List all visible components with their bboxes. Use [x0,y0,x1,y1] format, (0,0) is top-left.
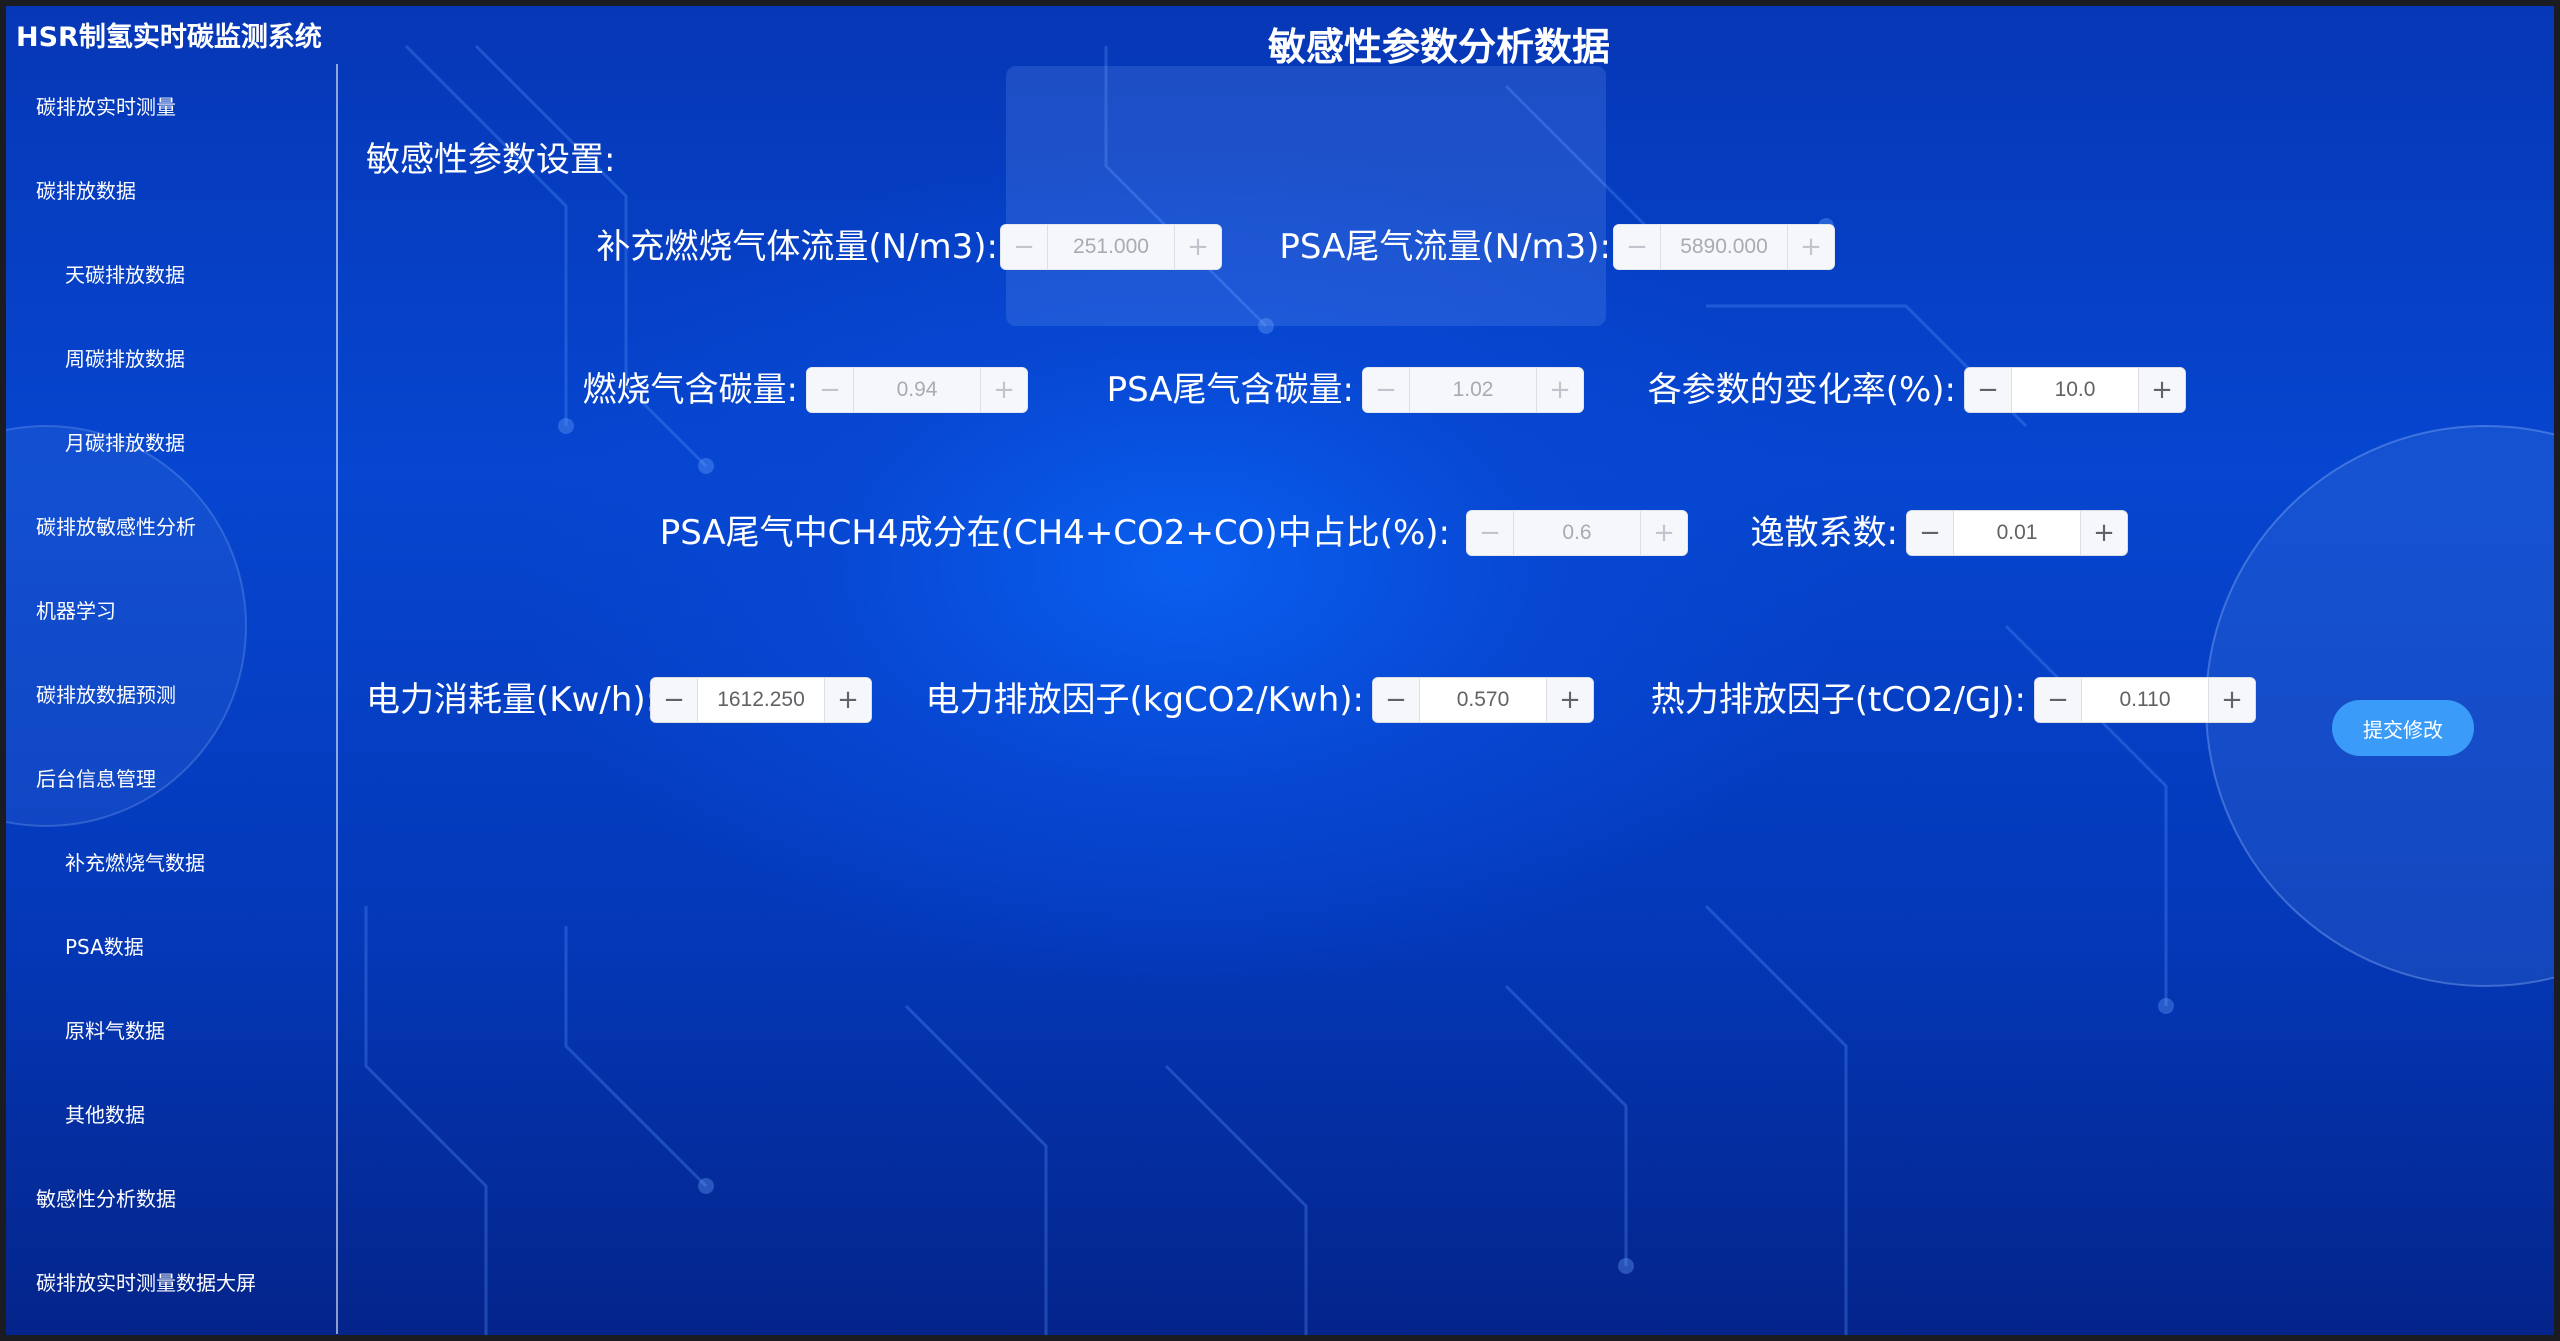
escape-coefficient-stepper: − + [1906,510,2128,556]
heat-emission-factor-input[interactable] [2082,678,2208,722]
escape-coefficient-input[interactable] [1954,511,2080,555]
sidebar-item-weekly-emission[interactable]: 周碳排放数据 [65,339,185,379]
minus-icon: − [1001,225,1048,269]
sidebar-item-emission-forecast[interactable]: 碳排放数据预测 [36,675,176,715]
sidebar-item-supplement-gas-data[interactable]: 补充燃烧气数据 [65,843,205,883]
sidebar: 碳排放实时测量 碳排放数据 天碳排放数据 周碳排放数据 月碳排放数据 碳排放敏感… [6,64,338,1334]
psa-tail-gas-carbon-label: PSA尾气含碳量: [1106,370,1354,410]
heat-emission-factor-label: 热力排放因子(tCO2/GJ): [1650,680,2026,720]
plus-icon[interactable]: + [1546,678,1593,722]
supplement-gas-flow-input [1048,225,1174,269]
plus-icon: + [1640,511,1687,555]
power-consumption-label: 电力消耗量(Kw/h): [366,680,658,720]
sidebar-item-realtime-measurement[interactable]: 碳排放实时测量 [36,87,176,127]
psa-ch4-ratio-stepper: − + [1466,510,1688,556]
section-title: 敏感性参数设置: [366,140,616,180]
plus-icon: + [1174,225,1221,269]
escape-coefficient-label: 逸散系数: [1750,513,1898,553]
minus-icon: − [1614,225,1661,269]
power-emission-factor-stepper: − + [1372,677,1594,723]
combustion-gas-carbon-input [854,368,980,412]
power-consumption-stepper: − + [650,677,872,723]
minus-icon[interactable]: − [2035,678,2082,722]
param-change-rate-input[interactable] [2012,368,2138,412]
param-change-rate-label: 各参数的变化率(%): [1647,370,1956,410]
psa-tail-gas-flow-stepper: − + [1613,224,1835,270]
sidebar-item-daily-emission[interactable]: 天碳排放数据 [65,255,185,295]
sidebar-item-other-data[interactable]: 其他数据 [65,1095,145,1135]
sidebar-item-backend-management[interactable]: 后台信息管理 [36,759,156,799]
plus-icon: + [980,368,1027,412]
plus-icon: + [1787,225,1834,269]
page-title: 敏感性参数分析数据 [1268,25,1611,69]
sidebar-item-sensitivity-data[interactable]: 敏感性分析数据 [36,1179,176,1219]
power-consumption-input[interactable] [698,678,824,722]
sidebar-item-feed-gas-data[interactable]: 原料气数据 [65,1011,165,1051]
sidebar-item-sensitivity-analysis[interactable]: 碳排放敏感性分析 [36,507,196,547]
sidebar-item-monthly-emission[interactable]: 月碳排放数据 [65,423,185,463]
sidebar-item-emission-data[interactable]: 碳排放数据 [36,171,136,211]
plus-icon[interactable]: + [2208,678,2255,722]
background-decoration [6,44,2554,1335]
psa-tail-gas-carbon-stepper: − + [1362,367,1584,413]
sidebar-item-machine-learning[interactable]: 机器学习 [36,591,116,631]
power-emission-factor-label: 电力排放因子(kgCO2/Kwh): [925,680,1365,720]
psa-ch4-ratio-label: PSA尾气中CH4成分在(CH4+CO2+CO)中占比(%): [659,513,1450,553]
minus-icon[interactable]: − [1373,678,1420,722]
plus-icon[interactable]: + [824,678,871,722]
psa-tail-gas-carbon-input [1410,368,1536,412]
supplement-gas-flow-stepper: − + [1000,224,1222,270]
power-emission-factor-input[interactable] [1420,678,1546,722]
minus-icon[interactable]: − [1965,368,2012,412]
minus-icon: − [1467,511,1514,555]
param-change-rate-stepper: − + [1964,367,2186,413]
minus-icon[interactable]: − [651,678,698,722]
plus-icon[interactable]: + [2080,511,2127,555]
submit-button[interactable]: 提交修改 [2332,700,2474,756]
combustion-gas-carbon-label: 燃烧气含碳量: [582,370,798,410]
minus-icon: − [807,368,854,412]
app-title: HSR制氢实时碳监测系统 [16,22,322,53]
app-window: HSR制氢实时碳监测系统 敏感性参数分析数据 碳排放实时测量 碳排放数据 天碳排… [6,6,2554,1335]
heat-emission-factor-stepper: − + [2034,677,2256,723]
minus-icon: − [1363,368,1410,412]
psa-tail-gas-flow-input [1661,225,1787,269]
sidebar-item-psa-data[interactable]: PSA数据 [65,927,144,967]
psa-ch4-ratio-input [1514,511,1640,555]
plus-icon: + [1536,368,1583,412]
supplement-gas-flow-label: 补充燃烧气体流量(N/m3): [596,227,998,267]
sidebar-item-realtime-dashboard[interactable]: 碳排放实时测量数据大屏 [36,1263,256,1303]
plus-icon[interactable]: + [2138,368,2185,412]
combustion-gas-carbon-stepper: − + [806,367,1028,413]
minus-icon[interactable]: − [1907,511,1954,555]
psa-tail-gas-flow-label: PSA尾气流量(N/m3): [1279,227,1611,267]
